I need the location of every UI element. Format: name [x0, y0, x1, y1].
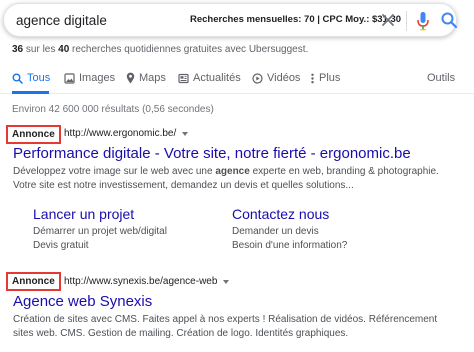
sitelink-lancer-un-projet[interactable]: Lancer un projet [33, 206, 134, 222]
ad-url[interactable]: http://www.synexis.be/agence-web [64, 276, 230, 287]
map-pin-icon [126, 72, 135, 84]
active-tab-indicator [12, 91, 49, 94]
ad-title[interactable]: Performance digitale - Votre site, notre… [13, 145, 411, 162]
image-icon [64, 72, 75, 84]
clear-icon[interactable] [380, 12, 396, 28]
tabs-divider [0, 93, 474, 94]
more-vert-icon [311, 73, 314, 83]
ad-description: Développez votre image sur le web avec u… [13, 166, 439, 191]
microphone-icon[interactable] [416, 11, 430, 31]
ad-badge: Annonce [6, 125, 61, 144]
sitelink-description: Demander un devis Besoin d'une informatio… [232, 226, 348, 251]
search-divider [406, 11, 407, 31]
search-icon[interactable] [440, 11, 458, 29]
tab-plus[interactable]: Plus [310, 72, 340, 84]
tab-videos[interactable]: Vidéos [252, 72, 300, 84]
search-input[interactable]: agence digitale [16, 13, 107, 28]
ad-url[interactable]: http://www.ergonomic.be/ [64, 128, 189, 139]
ad-badge: Annonce [6, 272, 61, 291]
tab-tous[interactable]: Tous [12, 72, 50, 84]
ubersuggest-quota: 36 sur les 40 recherches quotidiennes gr… [12, 44, 309, 55]
search-icon [12, 73, 23, 84]
results-stats: Environ 42 600 000 résultats (0,56 secon… [12, 104, 214, 115]
tab-outils[interactable]: Outils [427, 72, 455, 84]
sitelink-description: Démarrer un projet web/digital Devis grat… [33, 226, 167, 251]
news-icon [178, 73, 189, 83]
sitelink-contactez-nous[interactable]: Contactez nous [232, 206, 329, 222]
tab-maps[interactable]: Maps [126, 72, 166, 84]
caret-down-icon[interactable] [223, 279, 230, 284]
search-bar[interactable]: agence digitale Recherches mensuelles: 7… [3, 3, 458, 37]
tab-images[interactable]: Images [64, 72, 115, 84]
ubersuggest-metrics: Recherches mensuelles: 70 | CPC Moy.: $3… [190, 14, 402, 25]
tab-actualites[interactable]: Actualités [178, 72, 241, 84]
caret-down-icon[interactable] [182, 131, 189, 136]
ad-description: Création de sites avec CMS. Faites appel… [13, 314, 438, 339]
video-icon [252, 72, 263, 84]
ad-title[interactable]: Agence web Synexis [13, 293, 152, 310]
